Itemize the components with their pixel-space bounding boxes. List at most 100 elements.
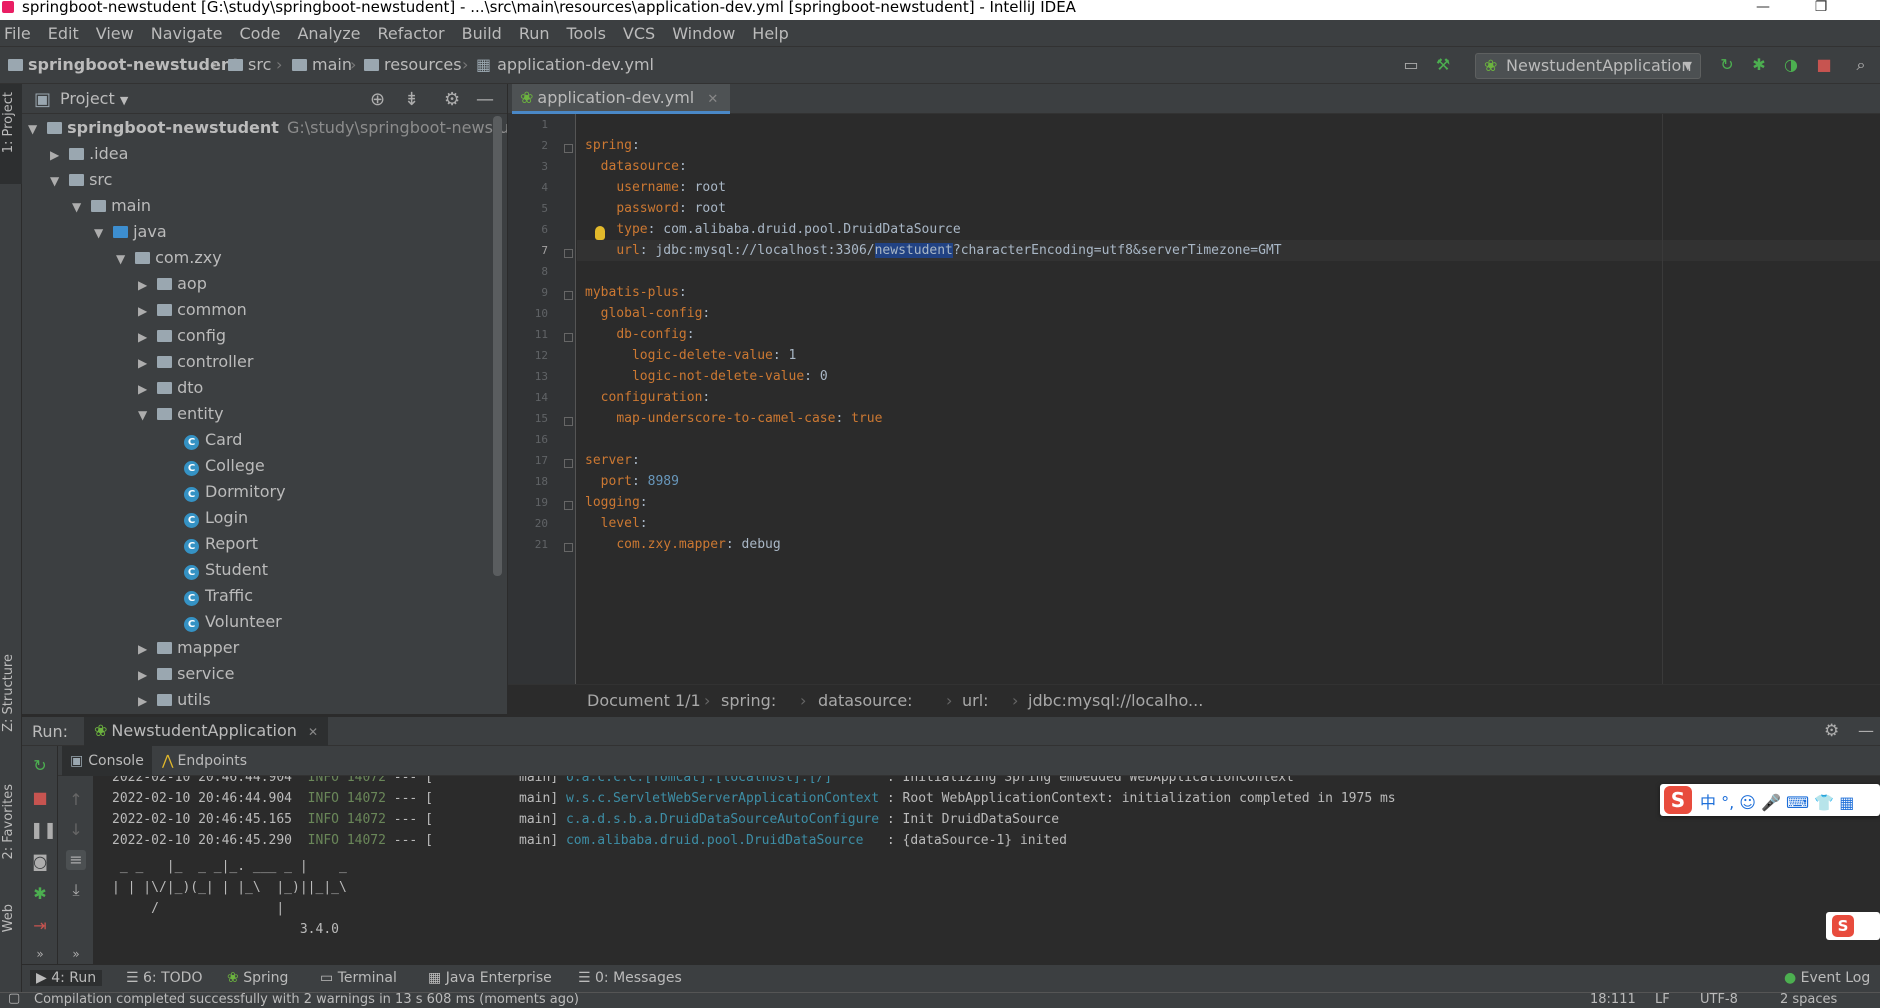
pause-icon[interactable]: ❚❚ (30, 820, 57, 840)
stop-icon[interactable]: ■ (30, 788, 50, 808)
menu-code[interactable]: Code (240, 24, 281, 43)
editor-crumb-spring[interactable]: spring: (721, 691, 776, 710)
tree-item-class-report[interactable]: C Report (184, 531, 258, 557)
fold-marker-icon[interactable] (564, 249, 573, 258)
status-toggle-icon[interactable]: ▢ (8, 993, 20, 1006)
tree-item-controller[interactable]: ▶ controller (138, 349, 253, 375)
menu-run[interactable]: Run (519, 24, 550, 43)
tree-item-mapper[interactable]: ▶ mapper (138, 635, 239, 661)
debug-bug-icon[interactable]: ✱ (30, 884, 50, 904)
restore-icon[interactable]: ❐ (1798, 0, 1844, 20)
close-icon[interactable]: ✕ (308, 725, 318, 739)
subtab-endpoints[interactable]: ⋀ Endpoints (154, 746, 255, 776)
editor-crumb-datasource[interactable]: datasource: (818, 691, 913, 710)
scroll-to-end-icon[interactable]: ⤓ (66, 880, 86, 900)
breadcrumb-file[interactable]: ▦ application-dev.yml (476, 55, 654, 74)
search-icon[interactable]: ⌕ (1852, 56, 1870, 74)
editor-crumb-value[interactable]: jdbc:mysql://localho... (1028, 691, 1203, 710)
coverage-icon[interactable]: ◑ (1782, 56, 1800, 74)
tab-java-enterprise[interactable]: ▦ Java Enterprise (428, 970, 552, 986)
breadcrumb-src[interactable]: src (228, 55, 271, 74)
tree-item-utils[interactable]: ▶ utils (138, 687, 211, 713)
debug-bug-icon[interactable]: ✱ (1750, 56, 1768, 74)
tab-todo[interactable]: ☰ 6: TODO (126, 970, 202, 986)
camera-icon[interactable]: ◙ (30, 852, 50, 872)
tree-item-common[interactable]: ▶ common (138, 297, 247, 323)
file-encoding[interactable]: UTF-8 (1700, 993, 1738, 1007)
menu-edit[interactable]: Edit (48, 24, 79, 43)
menu-file[interactable]: File (4, 24, 31, 43)
project-panel-title[interactable]: Project ▼ (60, 89, 128, 108)
fold-marker-icon[interactable] (564, 333, 573, 342)
tree-item-root[interactable]: ▼ springboot-newstudent G:\study\springbo… (28, 115, 507, 141)
tab-favorites[interactable]: 2: Favorites (1, 784, 16, 860)
build-hammer-icon[interactable]: ⚒ (1434, 56, 1452, 74)
gear-icon[interactable]: ⚙ (1824, 721, 1839, 741)
editor-tab-application-dev-yml[interactable]: ❀ application-dev.yml ✕ (512, 84, 731, 114)
tree-item-class-card[interactable]: C Card (184, 427, 242, 453)
status-message[interactable]: Compilation completed successfully with … (34, 993, 579, 1007)
indent-setting[interactable]: 2 spaces (1780, 993, 1837, 1007)
tree-item-idea[interactable]: ▶ .idea (50, 141, 128, 167)
menu-analyze[interactable]: Analyze (297, 24, 360, 43)
console-output[interactable]: 2022-02-10 20:46:44.904 INFO 14072 --- [… (94, 776, 1880, 964)
breadcrumb-project[interactable]: springboot-newstudent (8, 55, 240, 74)
menu-build[interactable]: Build (462, 24, 502, 43)
run-configuration-select[interactable]: ❀ NewstudentApplication ▼ (1475, 53, 1701, 79)
menu-help[interactable]: Help (752, 24, 788, 43)
line-separator[interactable]: LF (1655, 993, 1670, 1007)
more-icon[interactable]: » (66, 944, 86, 964)
tree-item-class-login[interactable]: C Login (184, 505, 248, 531)
tree-item-class-college[interactable]: C College (184, 453, 265, 479)
exit-icon[interactable]: ⇥ (30, 916, 50, 936)
hide-panel-icon[interactable]: — (1858, 721, 1874, 740)
tree-item-class-dormitory[interactable]: C Dormitory (184, 479, 286, 505)
gear-icon[interactable]: ⚙ (444, 89, 460, 110)
project-structure-icon[interactable]: ▭ (1402, 56, 1420, 74)
fold-marker-icon[interactable] (564, 144, 573, 153)
fold-marker-icon[interactable] (564, 417, 573, 426)
menu-view[interactable]: View (96, 24, 134, 43)
rerun-icon[interactable]: ↻ (30, 756, 50, 776)
tree-item-main[interactable]: ▼ main (72, 193, 151, 219)
tree-item-dto[interactable]: ▶ dto (138, 375, 203, 401)
tree-item-aop[interactable]: ▶ aop (138, 271, 207, 297)
menu-tools[interactable]: Tools (567, 24, 606, 43)
tree-item-class-volunteer[interactable]: C Volunteer (184, 609, 282, 635)
menu-vcs[interactable]: VCS (623, 24, 655, 43)
rerun-icon[interactable]: ↻ (1718, 56, 1736, 74)
soft-wrap-icon[interactable]: ≡ (66, 850, 86, 870)
ime-toolbar[interactable]: S 中 °, ☺ 🎤 ⌨ 👕 ▦ (1660, 784, 1880, 816)
menu-window[interactable]: Window (672, 24, 735, 43)
arrow-up-icon[interactable]: ↑ (66, 790, 86, 810)
stop-icon[interactable]: ■ (1815, 56, 1833, 74)
locate-icon[interactable]: ⊕ (370, 89, 385, 110)
breadcrumb-resources[interactable]: resources (364, 55, 462, 74)
hide-panel-icon[interactable]: — (476, 89, 494, 110)
tab-structure[interactable]: Z: Structure (1, 654, 16, 732)
tab-messages[interactable]: ☰ 0: Messages (578, 970, 682, 986)
menu-refactor[interactable]: Refactor (378, 24, 445, 43)
tab-project[interactable]: 1: Project (1, 92, 16, 153)
minimize-icon[interactable]: — (1740, 0, 1786, 20)
ime-mini[interactable]: S (1826, 912, 1880, 940)
caret-position[interactable]: 18:111 (1590, 993, 1636, 1007)
tree-item-src[interactable]: ▼ src (50, 167, 112, 193)
tab-spring[interactable]: ❀ Spring (227, 970, 288, 986)
tab-terminal[interactable]: ▭ Terminal (320, 970, 397, 986)
fold-marker-icon[interactable] (564, 459, 573, 468)
more-icon[interactable]: » (30, 944, 50, 964)
tree-item-class-traffic[interactable]: C Traffic (184, 583, 253, 609)
event-log-button[interactable]: ● Event Log (1784, 970, 1870, 986)
breadcrumb-main[interactable]: main (292, 55, 352, 74)
arrow-down-icon[interactable]: ↓ (66, 820, 86, 840)
code-editor[interactable]: spring: datasource: username: root passw… (577, 114, 1880, 684)
close-icon[interactable]: ✕ (707, 92, 718, 107)
editor-crumb-document[interactable]: Document 1/1 (587, 691, 701, 710)
project-scrollbar[interactable] (493, 116, 502, 576)
fold-marker-icon[interactable] (564, 501, 573, 510)
editor-crumb-url[interactable]: url: (962, 691, 989, 710)
tree-item-java[interactable]: ▼ java (94, 219, 167, 245)
tree-item-config[interactable]: ▶ config (138, 323, 226, 349)
tree-item-service[interactable]: ▶ service (138, 661, 234, 687)
